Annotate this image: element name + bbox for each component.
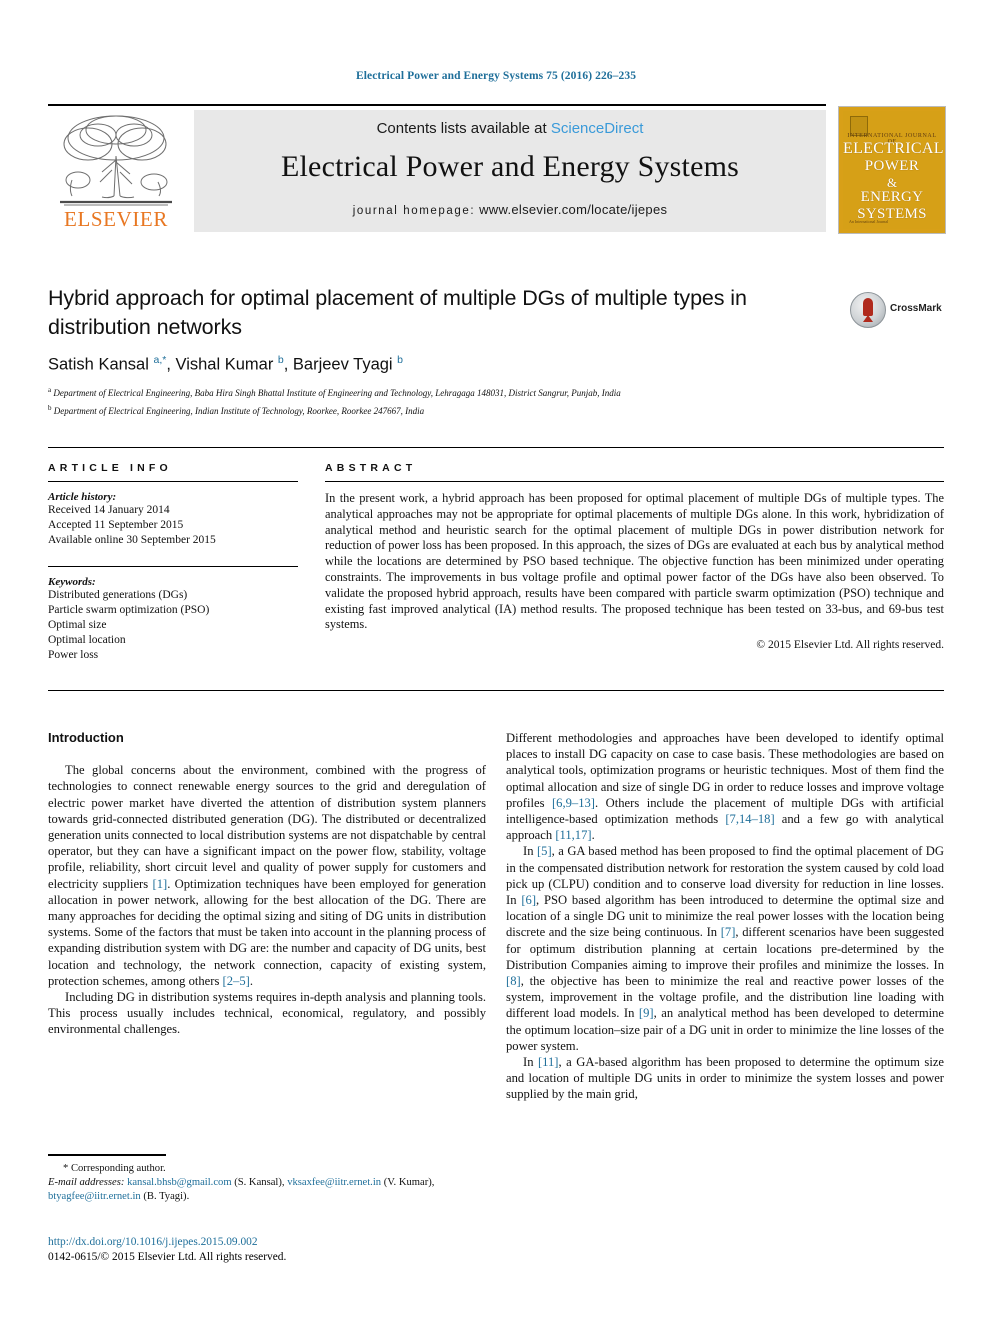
keywords-rule [48,566,298,567]
journal-homepage-line: journal homepage: www.elsevier.com/locat… [194,202,826,217]
keyword-item: Power loss [48,649,99,661]
section-heading-introduction: Introduction [48,730,124,745]
right-p2-lead: In [523,844,537,859]
journal-masthead: ELSEVIER Contents lists available at Sci… [48,104,946,234]
intro-p1-part2: . Optimization techniques have been empl… [48,876,487,988]
affiliation-marker-a: a [48,385,52,394]
abstract-column: ABSTRACT In the present work, a hybrid a… [325,462,944,651]
citation-ref[interactable]: [1] [153,877,168,891]
article-title: Hybrid approach for optimal placement of… [48,286,747,339]
keyword-item: Distributed generations (DGs) [48,589,188,601]
elsevier-logo: ELSEVIER [48,110,184,232]
email-link-3[interactable]: btyagfee@iitr.ernet.in [48,1191,141,1202]
cover-line-4: ENERGY [860,189,924,205]
right-p3-text: , a GA-based algorithm has been proposed… [506,1055,944,1102]
citation-ref[interactable]: [2–5] [223,974,250,988]
footnote-rule [48,1154,166,1156]
email-addresses-line: E-mail addresses: kansal.bhsb@gmail.com … [48,1176,486,1204]
cover-footer: An International Journal [849,219,889,224]
contents-prefix: Contents lists available at [376,120,547,137]
sciencedirect-link[interactable]: ScienceDirect [551,120,644,137]
corresponding-author-note: * Corresponding author. [63,1163,166,1174]
crossmark-badge[interactable]: CrossMark [850,292,942,328]
citation-ref[interactable]: [7,14–18] [725,812,774,826]
running-head: Electrical Power and Energy Systems 75 (… [355,70,637,82]
intro-paragraph-4: In [5], a GA based method has been propo… [506,843,944,1054]
homepage-label: journal homepage: [352,205,476,217]
crossmark-disc-icon [850,292,886,328]
imprint-block: http://dx.doi.org/10.1016/j.ijepes.2015.… [48,1235,486,1265]
right-p1-d: . [591,828,595,843]
citation-ref[interactable]: [7] [721,925,736,939]
affiliation-b-text: Department of Electrical Engineering, In… [53,405,425,416]
article-history-item: Received 14 January 2014 [48,504,170,516]
title-block: Hybrid approach for optimal placement of… [48,284,944,418]
article-info-column: ARTICLE INFO Article history: Received 1… [48,462,298,663]
intro-paragraph-5: In [11], a GA-based algorithm has been p… [506,1054,944,1103]
email-owner-1: (S. Kansal), [234,1177,285,1189]
elsevier-wordmark: ELSEVIER [64,207,168,231]
crossmark-bar-icon [863,298,873,316]
homepage-url[interactable]: www.elsevier.com/locate/ijepes [479,202,667,217]
email-owner-3: (B. Tyagi). [143,1191,190,1203]
citation-ref[interactable]: [5] [537,844,552,858]
citation-ref[interactable]: [11] [538,1055,559,1069]
issn-copyright-line: 0142-0615/© 2015 Elsevier Ltd. All right… [48,1251,287,1263]
contents-available-line: Contents lists available at ScienceDirec… [194,120,826,137]
keywords-label: Keywords: [48,576,96,588]
journal-title: Electrical Power and Energy Systems [281,150,739,183]
paper-page: Electrical Power and Energy Systems 75 (… [0,0,992,1323]
keyword-item: Optimal location [48,634,126,646]
info-bottom-rule [48,690,944,691]
article-info-heading: ARTICLE INFO [48,462,172,474]
cover-inner: INTERNATIONAL JOURNAL OF ELECTRICAL POWE… [843,111,944,229]
right-p3-lead: In [523,1055,538,1070]
intro-paragraph-1: The global concerns about the environmen… [48,762,486,989]
journal-band: Contents lists available at ScienceDirec… [194,110,826,232]
affiliation-b: b Department of Electrical Engineering, … [48,402,944,418]
elsevier-tree-icon [60,115,172,206]
abstract-heading: ABSTRACT [325,462,417,474]
article-history-label: Article history: [48,491,117,503]
info-top-rule [48,447,944,448]
doi-link[interactable]: http://dx.doi.org/10.1016/j.ijepes.2015.… [48,1235,486,1250]
intro-p1-part1: The global concerns about the environmen… [48,763,486,891]
citation-ref[interactable]: [9] [639,1006,654,1020]
citation-ref[interactable]: [8] [506,974,521,988]
abstract-text: In the present work, a hybrid approach h… [325,491,944,632]
crossmark-label: CrossMark [890,303,942,314]
keyword-item: Optimal size [48,619,107,631]
email-owner-2: (V. Kumar), [383,1177,435,1189]
affiliation-marker-b: b [48,403,52,412]
article-history-item: Accepted 11 September 2015 [48,519,184,531]
citation-ref[interactable]: [6] [521,893,536,907]
citation-ref[interactable]: [11,17] [555,828,591,842]
footnote-block: * Corresponding author. E-mail addresses… [48,1162,486,1205]
abstract-copyright: © 2015 Elsevier Ltd. All rights reserved… [756,639,944,652]
intro-paragraph-2: Including DG in distribution systems req… [48,990,486,1037]
article-info-heading-rule [48,481,298,482]
affiliation-a-text: Department of Electrical Engineering, Ba… [53,387,621,398]
body-column-left: Introduction The global concerns about t… [48,730,486,1038]
article-history-item: Available online 30 September 2015 [48,534,216,546]
author-list: Satish Kansal a,*, Vishal Kumar b, Barje… [48,354,404,374]
crossmark-triangle-icon [863,315,873,322]
cover-line-2: POWER [864,158,920,174]
affiliation-a: a Department of Electrical Engineering, … [48,384,944,400]
masthead-top-rule [48,104,826,106]
journal-cover-thumbnail: INTERNATIONAL JOURNAL OF ELECTRICAL POWE… [838,106,946,234]
body-column-right: Different methodologies and approaches h… [506,730,944,1103]
abstract-heading-rule [325,481,944,482]
intro-p1-end: . [249,973,253,988]
citation-ref[interactable]: [6,9–13] [552,796,595,810]
email-link-1[interactable]: kansal.bhsb@gmail.com [127,1177,232,1188]
keyword-item: Particle swarm optimization (PSO) [48,604,210,616]
email-addresses-label: E-mail addresses: [48,1177,125,1189]
cover-line-1: ELECTRICAL [843,140,944,157]
email-link-2[interactable]: vksaxfee@iitr.ernet.in [287,1177,381,1188]
intro-paragraph-3: Different methodologies and approaches h… [506,730,944,843]
